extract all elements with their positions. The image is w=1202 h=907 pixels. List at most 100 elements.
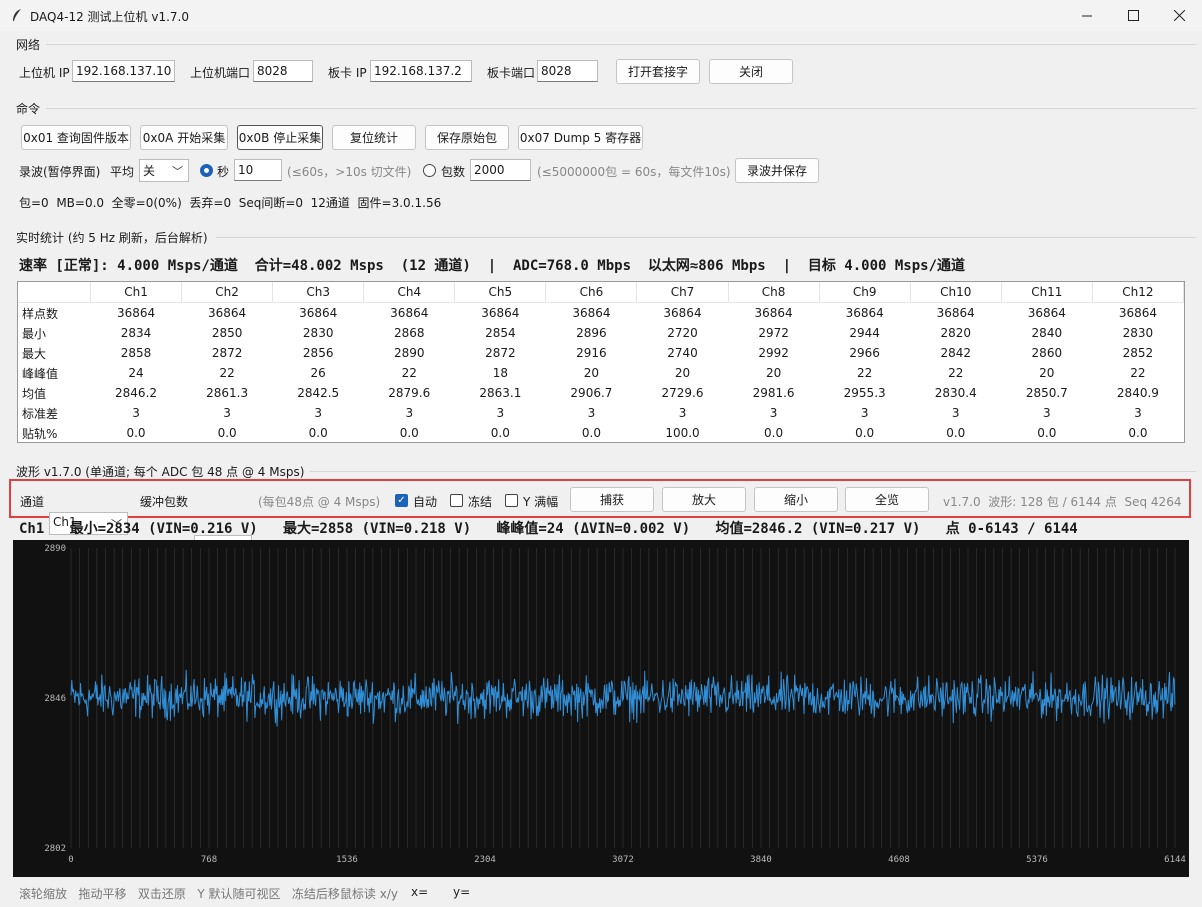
query-firmware-button[interactable]: 0x01 查询固件版本	[21, 125, 131, 150]
stats-cell: 24	[128, 366, 144, 380]
waveform-status: v1.7.0 波形: 128 包 / 6144 点 Seq 4264	[943, 495, 1182, 509]
stats-cell: 0.0	[946, 426, 966, 440]
stats-cell: 2729.6	[661, 386, 704, 400]
stats-cell: 2944	[849, 326, 880, 340]
stats-row: 标准差 3 3 3 3 3 3 3 3 3 3 3 3	[18, 403, 1184, 423]
stats-row: 最小 2834 2850 2830 2868 2854 2896 2720 2972 2944 28…	[18, 323, 1184, 343]
save-raw-button[interactable]: 保存原始包	[425, 125, 509, 150]
stats-cell: 2981.6	[752, 386, 795, 400]
stats-cell: 2846.2	[115, 386, 158, 400]
stats-row: 贴轨% 0.0 0.0 0.0 0.0 0.0 0.0 100.0 0.0 0.0 0.0 0.0 0.…	[18, 423, 1184, 443]
stats-row: 最大 2858 2872 2856 2890 2872 2916 2740 2992 2966 28…	[18, 343, 1184, 363]
board-ip-input[interactable]: 192.168.137.2	[370, 60, 472, 82]
stats-cell: 2863.1	[479, 386, 522, 400]
zoom-out-button[interactable]: 缩小	[754, 487, 838, 512]
stats-cell: 0.0	[581, 426, 601, 440]
stats-cell: 36864	[481, 306, 520, 320]
network-divider	[46, 44, 1196, 45]
board-port-input[interactable]: 8028	[537, 60, 598, 82]
network-group-label: 网络	[14, 36, 43, 53]
packets-input[interactable]: 2000	[470, 159, 531, 181]
app-feather-icon	[13, 9, 21, 21]
waveform-info-line: Ch1 最小=2834 (VIN=0.216 V) 最大=2858 (VIN=0…	[19, 521, 1078, 537]
stats-cell: 2916	[576, 346, 607, 360]
stats-cell: 3	[769, 406, 778, 420]
auto-label: 自动	[413, 495, 438, 509]
dump-registers-button[interactable]: 0x07 Dump 5 寄存器	[518, 125, 643, 150]
stats-cell: 2740	[667, 346, 698, 360]
waveform-chart[interactable]: 2890 2846 28020 768 1536 2304 3072 3840 4608 5376…	[13, 540, 1189, 877]
row-label: 贴轨%	[22, 426, 58, 441]
stats-cell: 36864	[936, 306, 975, 320]
waveform-plot[interactable]: 2890 2846 2802 0 768 1536 2304 3072 3840 4608 5376…	[13, 540, 1189, 877]
stop-acquisition-button[interactable]: 0x0B 停止采集	[237, 125, 323, 150]
stats-cell: 22	[401, 366, 417, 380]
stats-cell: 3	[314, 406, 323, 420]
stats-cell: 2850	[211, 326, 243, 340]
stats-cell: 2879.6	[388, 386, 431, 400]
x-tick-label: 0	[68, 855, 73, 865]
seconds-radio[interactable]	[200, 164, 213, 177]
stats-grid: Ch1 Ch2 Ch3 Ch4 Ch5 Ch6 Ch7 Ch8 Ch9 Ch10 Ch11 Ch12 …	[18, 282, 1185, 443]
minimize-button[interactable]	[1064, 0, 1110, 31]
chevron-down-icon: ﹀	[172, 165, 183, 178]
stats-cell: 3	[1043, 406, 1051, 420]
stats-cell: 0.0	[308, 426, 328, 440]
stats-cell: 2820	[940, 326, 972, 340]
stats-cell: 20	[765, 366, 782, 380]
column-header-ch4: Ch4	[363, 282, 456, 303]
stats-cell: 2890	[394, 346, 425, 360]
close-window-button[interactable]	[1156, 0, 1202, 31]
stats-row: 样点数 36864 36864 36864 36864 36864 36864 36864 36…	[18, 303, 1184, 324]
stats-cell: 36864	[299, 306, 338, 320]
host-port-input[interactable]: 8028	[253, 60, 313, 82]
yfull-checkbox[interactable]	[505, 494, 518, 507]
average-select[interactable]: 关 ﹀	[139, 159, 189, 182]
packets-radio[interactable]	[423, 164, 436, 177]
stats-divider	[216, 237, 1196, 238]
stats-cell: 2840	[1031, 326, 1063, 340]
y-tick-label: 2802	[44, 844, 66, 854]
host-ip-input[interactable]: 192.168.137.10	[72, 60, 175, 82]
board-port-label: 板卡端口	[487, 66, 536, 80]
freeze-checkbox[interactable]	[450, 494, 463, 507]
start-acquisition-button[interactable]: 0x0A 开始采集	[140, 125, 228, 150]
rate-line: 速率 [正常]: 4.000 Msps/通道 合计=48.002 Msps (1…	[19, 258, 966, 274]
capture-button[interactable]: 捕获	[570, 487, 654, 512]
auto-checkbox[interactable]: ✓	[395, 494, 408, 507]
open-socket-button[interactable]: 打开套接字	[616, 59, 700, 84]
column-header-ch3: Ch3	[272, 282, 365, 303]
seconds-label: 秒	[217, 165, 230, 179]
seconds-input[interactable]: 10	[234, 159, 282, 181]
column-header-ch11: Ch11	[1001, 282, 1093, 303]
stats-cell: 36864	[390, 306, 429, 320]
maximize-button[interactable]	[1110, 0, 1156, 31]
close-socket-button[interactable]: 关闭	[709, 59, 793, 84]
stats-cell: 2858	[120, 346, 152, 360]
commands-divider	[46, 108, 1196, 109]
cursor-y-label: y=	[453, 885, 471, 899]
title-bar: DAQ4-12 测试上位机 v1.7.0	[0, 0, 1202, 31]
fit-all-button[interactable]: 全览	[845, 487, 929, 512]
host-ip-label: 上位机 IP	[19, 66, 70, 80]
stats-cell: 0.0	[217, 426, 237, 440]
stats-cell: 3	[405, 406, 414, 420]
stats-cell: 18	[492, 366, 508, 380]
column-header-ch2: Ch2	[181, 282, 274, 303]
board-ip-label: 板卡 IP	[328, 66, 367, 80]
row-label: 最大	[22, 346, 47, 361]
record-save-button[interactable]: 录波并保存	[735, 158, 819, 183]
row-label: 最小	[22, 326, 47, 341]
stats-cell: 2854	[485, 326, 516, 340]
stats-cell: 36864	[663, 306, 702, 320]
reset-stats-button[interactable]: 复位统计	[332, 125, 416, 150]
packets-hint: (≤5000000包 = 60s，每文件10s)	[537, 165, 731, 179]
stats-cell: 3	[860, 406, 869, 420]
zoom-in-button[interactable]: 放大	[662, 487, 746, 512]
stats-cell: 22	[219, 366, 235, 380]
x-tick-label: 2304	[474, 855, 496, 865]
stats-cell: 3	[587, 406, 596, 420]
stats-cell: 2972	[758, 326, 789, 340]
cursor-x-label: x=	[411, 885, 429, 899]
stats-cell: 0.0	[1037, 426, 1057, 440]
